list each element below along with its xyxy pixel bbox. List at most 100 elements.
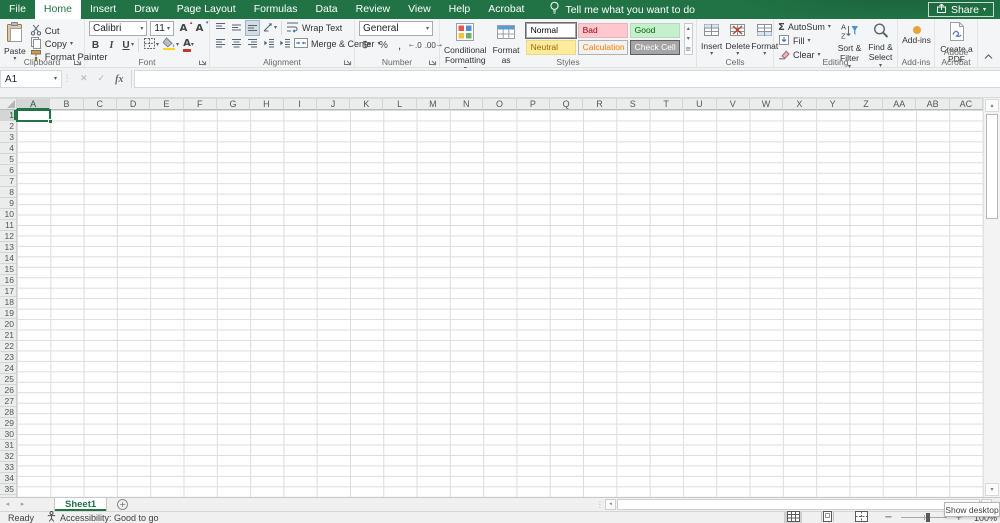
wrap-text-button[interactable]: Wrap Text bbox=[286, 22, 342, 34]
ribbon-tab-help[interactable]: Help bbox=[440, 0, 480, 19]
ribbon-tab-draw[interactable]: Draw bbox=[125, 0, 168, 19]
page-layout-view-button[interactable] bbox=[818, 511, 836, 523]
column-header-F[interactable]: F bbox=[183, 99, 217, 110]
row-header-30[interactable]: 30 bbox=[0, 429, 16, 440]
row-header-8[interactable]: 8 bbox=[0, 187, 16, 198]
column-header-B[interactable]: B bbox=[50, 99, 84, 110]
ribbon-tab-review[interactable]: Review bbox=[347, 0, 399, 19]
row-header-15[interactable]: 15 bbox=[0, 264, 16, 275]
row-header-27[interactable]: 27 bbox=[0, 396, 16, 407]
column-header-W[interactable]: W bbox=[749, 99, 784, 110]
increase-indent-button[interactable] bbox=[278, 37, 291, 51]
horizontal-scrollbar[interactable]: ⋮ ◂ ▸ bbox=[596, 498, 992, 510]
row-header-28[interactable]: 28 bbox=[0, 407, 16, 418]
decrease-indent-button[interactable] bbox=[262, 37, 275, 51]
row-header-21[interactable]: 21 bbox=[0, 330, 16, 341]
zoom-out-button[interactable]: − bbox=[884, 512, 892, 523]
borders-button[interactable]: ▾ bbox=[143, 38, 159, 52]
column-header-C[interactable]: C bbox=[83, 99, 117, 110]
select-all-button[interactable] bbox=[0, 99, 17, 110]
row-header-14[interactable]: 14 bbox=[0, 253, 16, 264]
row-header-33[interactable]: 33 bbox=[0, 462, 16, 473]
row-header-35[interactable]: 35 bbox=[0, 484, 16, 495]
column-header-O[interactable]: O bbox=[483, 99, 517, 110]
ribbon-tab-acrobat[interactable]: Acrobat bbox=[479, 0, 533, 19]
normal-view-button[interactable] bbox=[784, 511, 803, 523]
row-header-1[interactable]: 1 bbox=[0, 110, 16, 121]
fill-handle[interactable] bbox=[48, 119, 52, 123]
column-header-V[interactable]: V bbox=[716, 99, 750, 110]
row-header-11[interactable]: 11 bbox=[0, 220, 16, 231]
spreadsheet-cells[interactable] bbox=[17, 110, 983, 497]
row-header-9[interactable]: 9 bbox=[0, 198, 16, 209]
scroll-left-button[interactable]: ◂ bbox=[605, 498, 616, 510]
fill-color-button[interactable]: ▾ bbox=[162, 37, 179, 52]
addins-button[interactable]: Add-ins bbox=[902, 21, 931, 45]
row-header-18[interactable]: 18 bbox=[0, 297, 16, 308]
scroll-down-button[interactable]: ▾ bbox=[985, 483, 999, 496]
column-header-I[interactable]: I bbox=[283, 99, 317, 110]
enter-button[interactable]: ✓ bbox=[98, 74, 106, 84]
row-header-22[interactable]: 22 bbox=[0, 341, 16, 352]
accessibility-status[interactable]: Accessibility: Good to go bbox=[46, 511, 159, 523]
column-header-J[interactable]: J bbox=[316, 99, 351, 110]
column-header-Y[interactable]: Y bbox=[816, 99, 850, 110]
sheet-tab-sheet1[interactable]: Sheet1 bbox=[54, 498, 108, 511]
column-header-H[interactable]: H bbox=[250, 99, 284, 110]
row-header-32[interactable]: 32 bbox=[0, 451, 16, 462]
ribbon-tab-view[interactable]: View bbox=[399, 0, 440, 19]
row-header-20[interactable]: 20 bbox=[0, 319, 16, 330]
row-header-2[interactable]: 2 bbox=[0, 121, 16, 132]
column-header-AB[interactable]: AB bbox=[916, 99, 950, 110]
font-family-select[interactable]: Calibri ▾ bbox=[89, 21, 148, 36]
zoom-slider[interactable] bbox=[900, 513, 947, 522]
row-header-13[interactable]: 13 bbox=[0, 242, 16, 253]
formula-input[interactable] bbox=[134, 70, 1000, 88]
accounting-format-button[interactable]: $ ▾ bbox=[359, 38, 374, 52]
insert-function-button[interactable]: fx bbox=[115, 74, 123, 85]
underline-button[interactable]: U ▾ bbox=[121, 38, 134, 52]
middle-align-button[interactable] bbox=[230, 21, 243, 35]
tell-me-box[interactable]: Tell me what you want to do bbox=[549, 0, 695, 19]
column-header-T[interactable]: T bbox=[649, 99, 684, 110]
column-header-D[interactable]: D bbox=[116, 99, 151, 110]
clipboard-dialog-launcher[interactable] bbox=[73, 57, 82, 66]
vertical-scrollbar[interactable]: ▴ ▾ bbox=[983, 98, 1000, 497]
next-sheet-button[interactable]: ▸ bbox=[15, 498, 30, 511]
row-header-5[interactable]: 5 bbox=[0, 154, 16, 165]
orientation-button[interactable]: ▾ bbox=[262, 21, 277, 35]
gallery-more-icon[interactable]: ≡ bbox=[685, 45, 691, 53]
ribbon-tab-home[interactable]: Home bbox=[34, 0, 81, 19]
gallery-scroll-up-icon[interactable]: ▴ bbox=[687, 25, 690, 32]
row-header-12[interactable]: 12 bbox=[0, 231, 16, 242]
column-header-G[interactable]: G bbox=[216, 99, 251, 110]
format-cells-button[interactable]: Format ▾ bbox=[751, 21, 778, 57]
number-format-select[interactable]: General ▾ bbox=[359, 21, 433, 36]
tab-scrollbar-splitter[interactable]: ⋮ bbox=[596, 500, 604, 509]
previous-sheet-button[interactable]: ◂ bbox=[0, 498, 15, 511]
scroll-up-button[interactable]: ▴ bbox=[985, 99, 999, 112]
column-header-R[interactable]: R bbox=[583, 99, 617, 110]
column-header-X[interactable]: X bbox=[783, 99, 817, 110]
align-center-button[interactable] bbox=[230, 37, 243, 51]
row-header-10[interactable]: 10 bbox=[0, 209, 16, 220]
insert-cells-button[interactable]: Insert ▾ bbox=[701, 21, 722, 57]
zoom-slider-thumb[interactable] bbox=[925, 513, 930, 522]
cell-style-bad[interactable]: Bad bbox=[577, 23, 628, 38]
cell-style-calculation[interactable]: Calculation bbox=[577, 40, 628, 55]
name-box-splitter[interactable]: ⋮ bbox=[62, 70, 72, 88]
row-header-23[interactable]: 23 bbox=[0, 352, 16, 363]
row-header-6[interactable]: 6 bbox=[0, 165, 16, 176]
column-header-AC[interactable]: AC bbox=[949, 99, 984, 110]
cell-style-neutral[interactable]: Neutral bbox=[525, 40, 576, 55]
font-color-button[interactable]: A ▾ bbox=[182, 38, 195, 52]
column-header-L[interactable]: L bbox=[383, 99, 417, 110]
row-header-29[interactable]: 29 bbox=[0, 418, 16, 429]
alignment-dialog-launcher[interactable] bbox=[343, 57, 352, 66]
cancel-button[interactable]: ✕ bbox=[80, 74, 88, 84]
row-header-31[interactable]: 31 bbox=[0, 440, 16, 451]
column-header-P[interactable]: P bbox=[516, 99, 550, 110]
column-header-N[interactable]: N bbox=[450, 99, 484, 110]
row-header-17[interactable]: 17 bbox=[0, 286, 16, 297]
align-right-button[interactable] bbox=[246, 37, 259, 51]
